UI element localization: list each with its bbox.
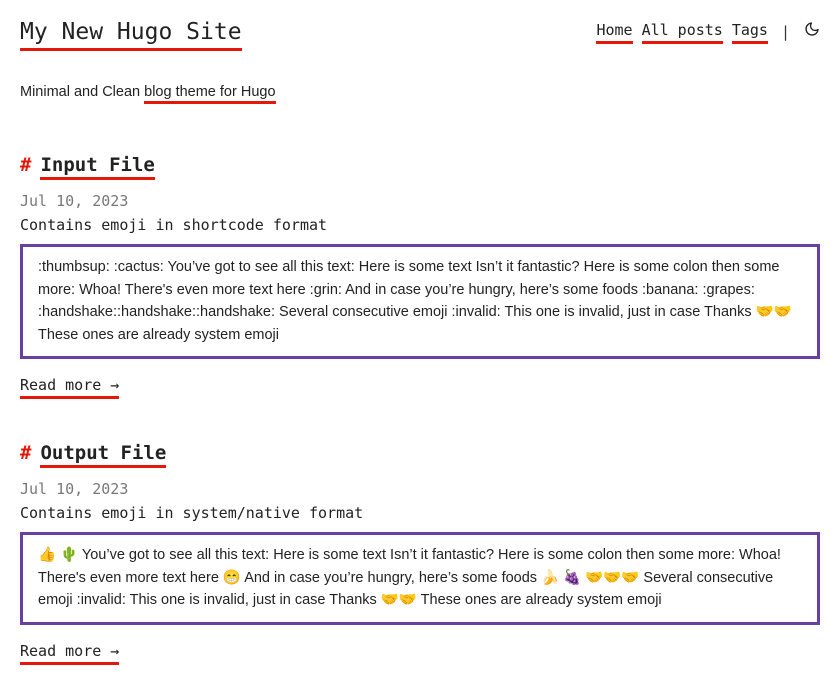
tagline-link[interactable]: blog theme for Hugo xyxy=(144,84,276,104)
post-date: Jul 10, 2023 xyxy=(20,480,129,498)
post-date: Jul 10, 2023 xyxy=(20,192,129,210)
post-description: Contains emoji in shortcode format xyxy=(20,216,328,234)
post-description: Contains emoji in system/native format xyxy=(20,504,364,522)
theme-toggle-button[interactable] xyxy=(804,21,820,37)
tagline-text: Minimal and Clean xyxy=(20,84,145,100)
moon-icon xyxy=(805,22,819,36)
post-title-link[interactable]: Output File xyxy=(40,442,167,468)
read-more-link[interactable]: Read more → xyxy=(20,375,120,399)
post-card: # Output File Jul 10, 2023 Contains emoji… xyxy=(20,440,820,665)
post-card: # Input File Jul 10, 2023 Contains emoji … xyxy=(20,152,820,399)
site-tagline: Minimal and Clean blog theme for Hugo xyxy=(20,81,276,104)
nav-all-posts-link[interactable]: All posts xyxy=(641,20,723,44)
site-title-link[interactable]: My New Hugo Site xyxy=(20,18,242,51)
nav-home-link[interactable]: Home xyxy=(596,20,633,44)
post-title-hash: # xyxy=(20,442,32,464)
nav-tags-link[interactable]: Tags xyxy=(731,20,768,44)
post-summary: :thumbsup: :cactus: You’ve got to see al… xyxy=(20,244,820,359)
site-header: My New Hugo Site Home All posts Tags | xyxy=(20,14,820,54)
nav-separator: | xyxy=(780,23,790,41)
post-title-link[interactable]: Input File xyxy=(40,154,155,180)
post-summary: 👍 🌵 You’ve got to see all this text: Her… xyxy=(20,532,820,625)
post-title-hash: # xyxy=(20,154,32,176)
read-more-link[interactable]: Read more → xyxy=(20,641,120,665)
post-title: # Output File xyxy=(20,440,820,468)
main-nav: Home All posts Tags | xyxy=(596,20,820,44)
post-title: # Input File xyxy=(20,152,820,180)
